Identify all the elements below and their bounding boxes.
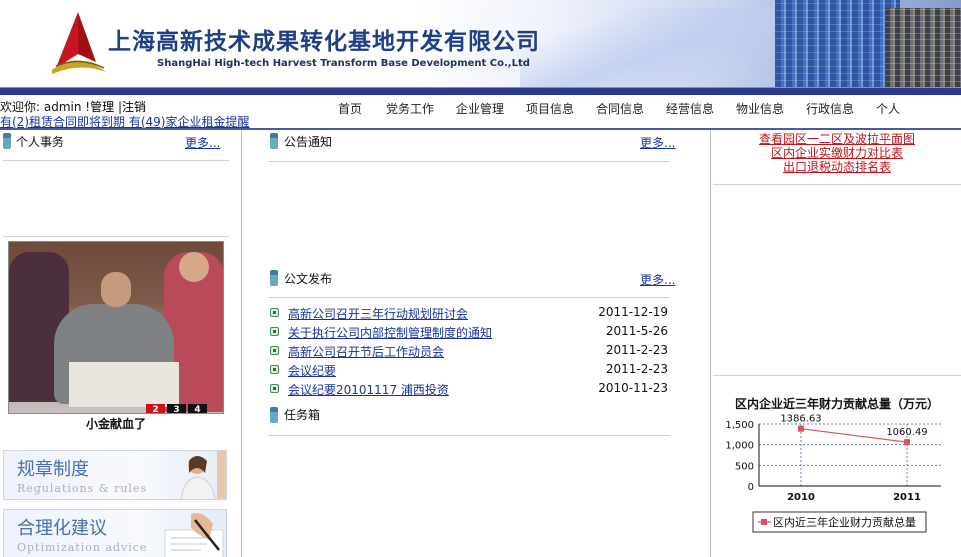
nav-item-projects[interactable]: 项目信息: [526, 100, 574, 117]
column-divider: [241, 130, 242, 557]
nav-item-admin[interactable]: 行政信息: [806, 100, 854, 117]
nav-item-party-work[interactable]: 党务工作: [386, 100, 434, 117]
nav-item-personal[interactable]: 个人: [876, 100, 900, 117]
data-point[interactable]: [904, 439, 910, 446]
photo-slideshow[interactable]: 2345: [8, 241, 224, 414]
person-photo-icon: [180, 451, 226, 499]
nav-item-operations[interactable]: 经营信息: [666, 100, 714, 117]
legend-label: 区内近三年企业财力贡献总量: [773, 515, 916, 529]
document-row: 关于执行公司内部控制管理制度的通知 2011-5-26: [270, 323, 670, 341]
section-divider: [713, 184, 961, 185]
y-tick-label: 0: [748, 482, 754, 493]
logout-link[interactable]: 注销: [122, 100, 146, 114]
nav-row: 欢迎你: admin !管理 |注销 有(2)租赁合同即将到期 有(49)家企业…: [0, 95, 961, 129]
personal-more-link[interactable]: 更多...: [185, 134, 220, 151]
data-point[interactable]: [798, 425, 804, 432]
header-stripe: [0, 88, 961, 95]
document-row: 高新公司召开三年行动规划研讨会 2011-12-19: [270, 304, 670, 322]
notice-more-link[interactable]: 更多...: [640, 134, 675, 151]
x-tick-label: 2011: [893, 492, 921, 503]
section-icon: [270, 133, 278, 149]
nav-item-home[interactable]: 首页: [338, 100, 362, 117]
column-divider: [710, 130, 711, 557]
pen-hand-icon: [164, 513, 224, 557]
document-date: 2011-5-26: [605, 324, 668, 338]
bullet-icon: [270, 346, 279, 355]
document-link[interactable]: 高新公司召开三年行动规划研讨会: [288, 305, 468, 322]
document-date: 2011-2-23: [605, 343, 668, 357]
slide-page-3[interactable]: 3: [167, 404, 186, 413]
bullet-icon: [270, 327, 279, 336]
document-link[interactable]: 高新公司召开节后工作动员会: [288, 343, 444, 360]
suggestion-title: 合理化建议: [17, 518, 107, 539]
legend-marker: [761, 519, 767, 525]
welcome-text: 欢迎你: admin !: [0, 100, 91, 114]
section-divider: [3, 236, 229, 237]
section-divider: [268, 435, 670, 436]
y-tick-label: 1,500: [725, 420, 754, 431]
bullet-icon: [270, 365, 279, 374]
document-link[interactable]: 会议纪要20101117 浦西投资: [288, 381, 449, 398]
contribution-line-chart: 0 500 1,000 1,500 2010 2011 1386.63 1060.49 区内近三…: [725, 414, 941, 533]
documents-title: 公文发布: [284, 272, 333, 286]
company-logo-icon: [52, 12, 106, 74]
section-icon: [270, 270, 278, 286]
y-tick-label: 1,000: [725, 441, 754, 452]
regulations-title: 规章制度: [17, 459, 89, 480]
company-name-en: ShangHai High-tech Harvest Transform Bas…: [157, 58, 530, 69]
manage-link[interactable]: 管理: [90, 100, 114, 114]
personal-affairs-title: 个人事务: [16, 135, 65, 149]
section-icon: [270, 407, 278, 423]
section-divider: [3, 160, 229, 161]
nav-item-contracts[interactable]: 合同信息: [596, 100, 644, 117]
data-label: 1386.63: [780, 414, 821, 425]
y-tick-label: 500: [735, 461, 754, 472]
task-box-title: 任务箱: [284, 408, 321, 422]
document-row: 高新公司召开节后工作动员会 2011-2-23: [270, 342, 670, 360]
section-divider: [713, 375, 961, 376]
document-date: 2010-11-23: [598, 381, 668, 395]
notice-title: 公告通知: [284, 135, 333, 149]
bullet-icon: [270, 308, 279, 317]
bullet-icon: [270, 384, 279, 393]
documents-more-link[interactable]: 更多...: [640, 271, 675, 288]
x-tick-label: 2010: [787, 492, 815, 503]
suggestion-banner[interactable]: 合理化建议 Optimization advice: [3, 509, 227, 557]
document-row: 会议纪要20101117 浦西投资 2010-11-23: [270, 380, 670, 398]
data-label: 1060.49: [886, 427, 927, 438]
section-icon: [3, 133, 11, 149]
document-row: 会议纪要 2011-2-23: [270, 361, 670, 379]
document-link[interactable]: 关于执行公司内部控制管理制度的通知: [288, 324, 492, 341]
slideshow-pager: 2345: [144, 401, 223, 413]
regulations-subtitle: Regulations & rules: [17, 482, 148, 495]
section-divider: [268, 297, 670, 298]
header-banner: 上海高新技术成果转化基地开发有限公司 ShangHai High-tech Ha…: [0, 0, 961, 88]
export-rebate-ranking-link[interactable]: 出口退税动态排名表: [713, 158, 961, 175]
regulations-banner[interactable]: 规章制度 Regulations & rules: [3, 450, 227, 500]
document-date: 2011-2-23: [605, 362, 668, 376]
section-divider: [268, 161, 670, 162]
nav-item-enterprise[interactable]: 企业管理: [456, 100, 504, 117]
nav-item-property[interactable]: 物业信息: [736, 100, 784, 117]
document-link[interactable]: 会议纪要: [288, 362, 336, 379]
slide-page-4[interactable]: 4: [188, 404, 207, 413]
document-date: 2011-12-19: [598, 305, 668, 319]
company-name-cn: 上海高新技术成果转化基地开发有限公司: [108, 28, 540, 55]
slide-page-2[interactable]: 2: [146, 404, 165, 413]
slideshow-caption: 小金献血了: [85, 417, 146, 431]
suggestion-subtitle: Optimization advice: [17, 541, 148, 554]
